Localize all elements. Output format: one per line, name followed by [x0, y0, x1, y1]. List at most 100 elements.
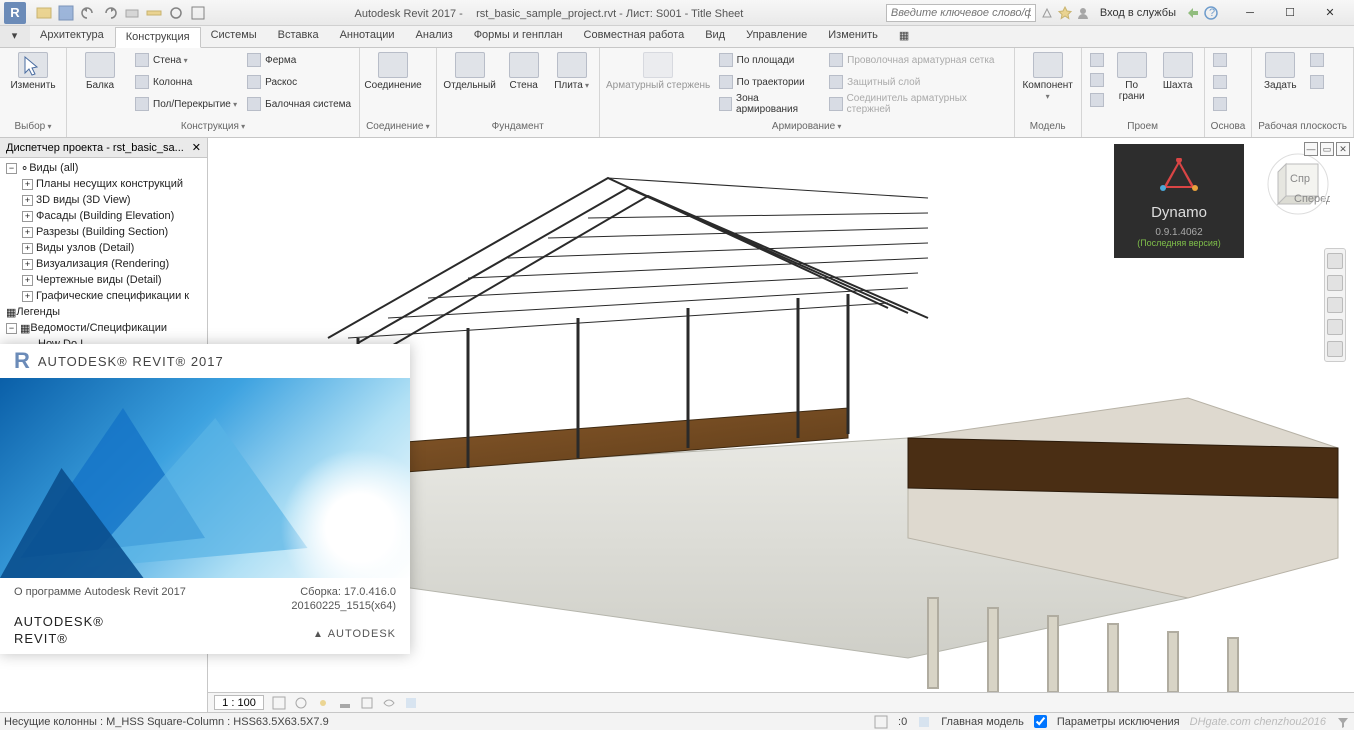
user-icon[interactable]	[1076, 6, 1090, 20]
status-model[interactable]: Главная модель	[941, 716, 1024, 728]
tree-item[interactable]: +3D виды (3D View)	[2, 192, 205, 208]
tab-structure[interactable]: Конструкция	[115, 27, 201, 48]
nav-wheel-icon[interactable]	[1327, 253, 1343, 269]
truss-button[interactable]: Ферма	[245, 50, 353, 70]
model-icon[interactable]	[917, 715, 931, 729]
panel-construct-title[interactable]: Конструкция	[73, 121, 353, 137]
path-rebar-button[interactable]: По траектории	[717, 72, 822, 92]
close-button[interactable]: ✕	[1310, 1, 1350, 25]
beam-button[interactable]: Балка	[73, 50, 127, 91]
tree-group[interactable]: −▦ Ведомости/Спецификации	[2, 320, 205, 336]
tree-item[interactable]: +Графические спецификации к	[2, 288, 205, 304]
tab-systems[interactable]: Системы	[201, 26, 268, 47]
filter-checkbox[interactable]	[1034, 715, 1047, 728]
tab-massing[interactable]: Формы и генплан	[464, 26, 574, 47]
view-max-icon[interactable]: ▭	[1320, 142, 1334, 156]
wall-button[interactable]: Стена	[133, 50, 239, 70]
nav-orbit-icon[interactable]	[1327, 319, 1343, 335]
filter-icon[interactable]	[1336, 715, 1350, 729]
tree-root[interactable]: −⚬ Виды (all)	[2, 160, 205, 176]
tab-collaborate[interactable]: Совместная работа	[574, 26, 696, 47]
search-input[interactable]	[886, 4, 1036, 22]
app-icon[interactable]: R	[4, 2, 26, 24]
panel-select-title[interactable]: Выбор	[6, 121, 60, 137]
slab-button[interactable]: Плита	[551, 50, 593, 91]
wp-btn1[interactable]	[1308, 50, 1326, 70]
panel-rebar-title[interactable]: Армирование	[606, 121, 1008, 137]
open-small2[interactable]	[1088, 70, 1106, 90]
byface-button[interactable]: По грани	[1112, 50, 1152, 102]
open-icon[interactable]	[36, 5, 52, 21]
print-icon[interactable]	[124, 5, 140, 21]
reveal-icon[interactable]	[404, 696, 418, 710]
signin-link[interactable]: Вход в службы	[1094, 7, 1182, 19]
sync-icon[interactable]	[168, 5, 184, 21]
file-tab[interactable]: ▾	[0, 26, 30, 47]
measure-icon[interactable]	[146, 5, 162, 21]
shadow-icon[interactable]	[338, 696, 352, 710]
infocenter-icon[interactable]	[1040, 6, 1054, 20]
view-close-icon[interactable]: ✕	[1336, 142, 1350, 156]
maximize-button[interactable]: ☐	[1270, 1, 1310, 25]
tab-insert[interactable]: Вставка	[268, 26, 330, 47]
wp-btn2[interactable]	[1308, 72, 1326, 92]
hide-icon[interactable]	[382, 696, 396, 710]
component-button[interactable]: Компонент	[1021, 50, 1075, 102]
redo-icon[interactable]	[102, 5, 118, 21]
switch-icon[interactable]	[190, 5, 206, 21]
status-filter[interactable]: Параметры исключения	[1057, 716, 1180, 728]
tree-item[interactable]: +Планы несущих конструкций	[2, 176, 205, 192]
nav-zoom-icon[interactable]	[1327, 297, 1343, 313]
nav-look-icon[interactable]	[1327, 341, 1343, 357]
browser-close-icon[interactable]: ✕	[192, 141, 201, 154]
tab-architecture[interactable]: Архитектура	[30, 26, 115, 47]
shaft-button[interactable]: Шахта	[1158, 50, 1198, 91]
tab-addins-icon[interactable]: ▦	[889, 26, 911, 47]
tab-annotate[interactable]: Аннотации	[330, 26, 406, 47]
star-icon[interactable]	[1058, 6, 1072, 20]
open-small3[interactable]	[1088, 90, 1106, 110]
tree-item[interactable]: +Разрезы (Building Section)	[2, 224, 205, 240]
tab-view[interactable]: Вид	[695, 26, 736, 47]
panel-join-title[interactable]: Соединение	[366, 121, 430, 137]
zone-button[interactable]: Зона армирования	[717, 94, 822, 114]
browser-tree[interactable]: −⚬ Виды (all) +Планы несущих конструкций…	[0, 158, 207, 354]
open-small1[interactable]	[1088, 50, 1106, 70]
crop-icon[interactable]	[360, 696, 374, 710]
view-min-icon[interactable]: —	[1304, 142, 1318, 156]
modify-button[interactable]: Изменить	[6, 50, 60, 91]
base-btn1[interactable]	[1211, 50, 1229, 70]
brace-button[interactable]: Раскос	[245, 72, 353, 92]
beamsys-button[interactable]: Балочная система	[245, 94, 353, 114]
tab-analyze[interactable]: Анализ	[406, 26, 464, 47]
tree-item[interactable]: +Фасады (Building Elevation)	[2, 208, 205, 224]
tree-item[interactable]: +Чертежные виды (Detail)	[2, 272, 205, 288]
area-rebar-button[interactable]: По площади	[717, 50, 822, 70]
exchange-icon[interactable]	[1186, 6, 1200, 20]
floor-button[interactable]: Пол/Перекрытие	[133, 94, 239, 114]
tree-item[interactable]: +Визуализация (Rendering)	[2, 256, 205, 272]
fwall-button[interactable]: Стена	[503, 50, 545, 91]
visual-style-icon[interactable]	[294, 696, 308, 710]
column-button[interactable]: Колонна	[133, 72, 239, 92]
minimize-button[interactable]: ─	[1230, 1, 1270, 25]
help-icon[interactable]: ?	[1204, 6, 1218, 20]
base-btn2[interactable]	[1211, 72, 1229, 92]
tab-manage[interactable]: Управление	[736, 26, 818, 47]
undo-icon[interactable]	[80, 5, 96, 21]
base-btn3[interactable]	[1211, 94, 1229, 114]
save-icon[interactable]	[58, 5, 74, 21]
viewcube[interactable]: Спр Спереди	[1266, 152, 1330, 216]
tree-group[interactable]: ▦ Легенды	[2, 304, 205, 320]
tree-item[interactable]: +Виды узлов (Detail)	[2, 240, 205, 256]
isolated-button[interactable]: Отдельный	[443, 50, 497, 91]
panel-opening: По грани Шахта Проем	[1082, 48, 1205, 137]
nav-pan-icon[interactable]	[1327, 275, 1343, 291]
join-button[interactable]: Соединение	[366, 50, 420, 91]
worksets-icon[interactable]	[874, 715, 888, 729]
set-button[interactable]: Задать	[1258, 50, 1302, 91]
detail-level-icon[interactable]	[272, 696, 286, 710]
sun-icon[interactable]	[316, 696, 330, 710]
scale-input[interactable]	[214, 695, 264, 710]
tab-modify[interactable]: Изменить	[818, 26, 889, 47]
